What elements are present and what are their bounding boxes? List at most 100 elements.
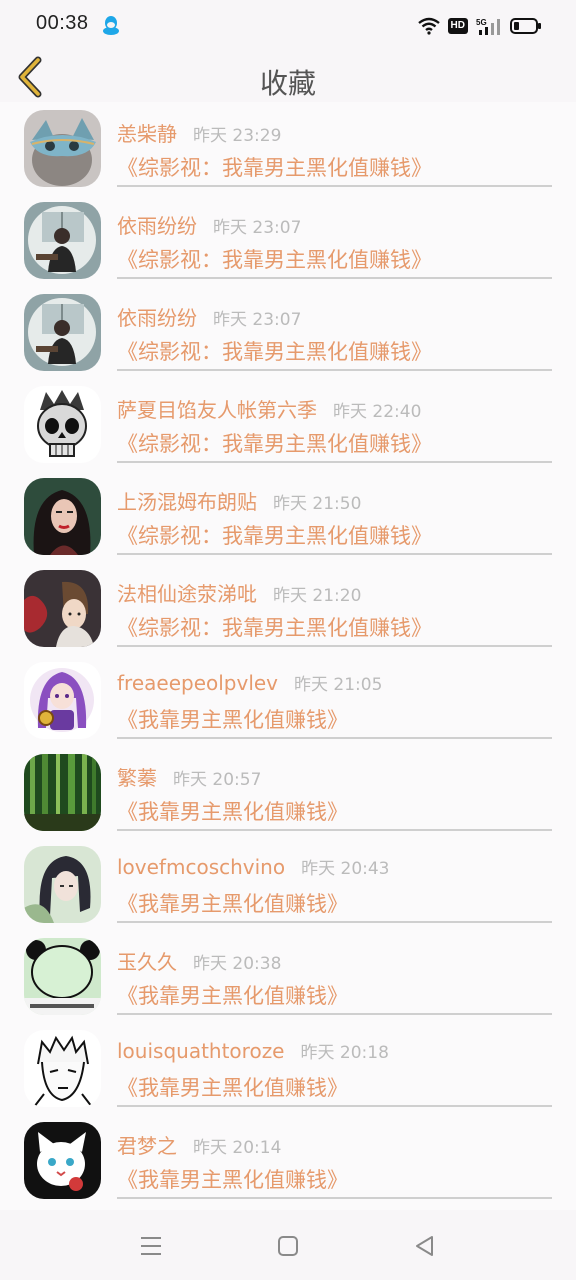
username[interactable]: 上汤混姆布朗贴 bbox=[117, 486, 257, 515]
item-header: 萨夏目馅友人帐第六季 昨天 22:40 bbox=[117, 394, 421, 423]
username[interactable]: 恙柴静 bbox=[117, 118, 177, 147]
divider bbox=[117, 829, 552, 831]
timestamp: 昨天 23:07 bbox=[213, 218, 302, 238]
menu-icon[interactable] bbox=[136, 1232, 166, 1260]
timestamp: 昨天 20:57 bbox=[173, 770, 262, 790]
item-header: freaeepeolpvlev 昨天 21:05 bbox=[117, 670, 382, 695]
username[interactable]: 玉久久 bbox=[117, 946, 177, 975]
list-item[interactable]: freaeepeolpvlev 昨天 21:05 《我靠男主黑化值赚钱》 bbox=[0, 654, 576, 746]
purple-anime-girl-avatar[interactable] bbox=[24, 662, 101, 739]
item-header: louisquathtoroze 昨天 20:18 bbox=[117, 1038, 389, 1063]
timestamp: 昨天 23:29 bbox=[193, 126, 282, 146]
username[interactable]: 繁蓁 bbox=[117, 762, 157, 791]
bamboo-forest-avatar[interactable] bbox=[24, 754, 101, 831]
username[interactable]: freaeepeolpvlev bbox=[117, 671, 278, 695]
username[interactable]: louisquathtoroze bbox=[117, 1039, 285, 1063]
panda-meme-avatar[interactable] bbox=[24, 938, 101, 1015]
book-title[interactable]: 《我靠男主黑化值赚钱》 bbox=[117, 1072, 348, 1102]
woman-portrait-avatar[interactable] bbox=[24, 478, 101, 555]
list-item[interactable]: 玉久久 昨天 20:38 《我靠男主黑化值赚钱》 bbox=[0, 930, 576, 1022]
cat-mask-avatar[interactable] bbox=[24, 110, 101, 187]
item-header: 依雨纷纷 昨天 23:07 bbox=[117, 302, 301, 331]
divider bbox=[117, 1105, 552, 1107]
hd-badge: HD bbox=[447, 18, 468, 34]
username[interactable]: 君梦之 bbox=[117, 1130, 177, 1159]
timestamp: 昨天 23:07 bbox=[213, 310, 302, 330]
timestamp: 昨天 21:50 bbox=[273, 494, 362, 514]
home-icon[interactable] bbox=[273, 1232, 303, 1260]
divider bbox=[117, 1197, 552, 1199]
white-cat-avatar[interactable] bbox=[24, 1122, 101, 1199]
username[interactable]: 依雨纷纷 bbox=[117, 302, 197, 331]
item-header: 玉久久 昨天 20:38 bbox=[117, 946, 281, 975]
timestamp: 昨天 21:20 bbox=[273, 586, 362, 606]
status-time: 00:38 bbox=[36, 12, 89, 34]
book-title[interactable]: 《综影视：我靠男主黑化值赚钱》 bbox=[117, 244, 432, 274]
item-header: 繁蓁 昨天 20:57 bbox=[117, 762, 261, 791]
list-item[interactable]: louisquathtoroze 昨天 20:18 《我靠男主黑化值赚钱》 bbox=[0, 1022, 576, 1114]
timestamp: 昨天 20:14 bbox=[193, 1138, 282, 1158]
list-item[interactable]: 上汤混姆布朗贴 昨天 21:50 《综影视：我靠男主黑化值赚钱》 bbox=[0, 470, 576, 562]
book-title[interactable]: 《综影视：我靠男主黑化值赚钱》 bbox=[117, 336, 432, 366]
divider bbox=[117, 277, 552, 279]
book-title[interactable]: 《综影视：我靠男主黑化值赚钱》 bbox=[117, 612, 432, 642]
book-title[interactable]: 《综影视：我靠男主黑化值赚钱》 bbox=[117, 428, 432, 458]
timestamp: 昨天 20:18 bbox=[300, 1043, 389, 1063]
list-item[interactable]: lovefmcoschvino 昨天 20:43 《我靠男主黑化值赚钱》 bbox=[0, 838, 576, 930]
back-icon[interactable] bbox=[410, 1232, 440, 1260]
book-title[interactable]: 《我靠男主黑化值赚钱》 bbox=[117, 1164, 348, 1194]
divider bbox=[117, 185, 552, 187]
crowned-skull-avatar[interactable] bbox=[24, 386, 101, 463]
divider bbox=[117, 553, 552, 555]
timestamp: 昨天 21:05 bbox=[294, 675, 383, 695]
page-title: 收藏 bbox=[259, 67, 316, 100]
book-title[interactable]: 《综影视：我靠男主黑化值赚钱》 bbox=[117, 520, 432, 550]
item-header: lovefmcoschvino 昨天 20:43 bbox=[117, 854, 390, 879]
book-title[interactable]: 《综影视：我靠男主黑化值赚钱》 bbox=[117, 152, 432, 182]
book-title[interactable]: 《我靠男主黑化值赚钱》 bbox=[117, 980, 348, 1010]
network-type-label: 5G bbox=[476, 18, 487, 27]
divider bbox=[117, 645, 552, 647]
divider bbox=[117, 1013, 552, 1015]
man-fisheye-avatar[interactable] bbox=[24, 294, 101, 371]
system-nav-bar bbox=[0, 1210, 576, 1280]
wifi-icon bbox=[417, 17, 440, 35]
book-title[interactable]: 《我靠男主黑化值赚钱》 bbox=[117, 796, 348, 826]
list-item[interactable]: 法相仙途荥涕吡 昨天 21:20 《综影视：我靠男主黑化值赚钱》 bbox=[0, 562, 576, 654]
book-title[interactable]: 《我靠男主黑化值赚钱》 bbox=[117, 704, 348, 734]
divider bbox=[117, 461, 552, 463]
item-header: 恙柴静 昨天 23:29 bbox=[117, 118, 281, 147]
timestamp: 昨天 20:43 bbox=[301, 859, 390, 879]
divider bbox=[117, 737, 552, 739]
manga-sketch-avatar[interactable] bbox=[24, 1030, 101, 1107]
username[interactable]: lovefmcoschvino bbox=[117, 855, 285, 879]
favorites-list: 恙柴静 昨天 23:29 《综影视：我靠男主黑化值赚钱》 依雨纷纷 昨天 23:… bbox=[0, 102, 576, 1210]
item-header: 上汤混姆布朗贴 昨天 21:50 bbox=[117, 486, 361, 515]
username[interactable]: 萨夏目馅友人帐第六季 bbox=[117, 394, 317, 423]
man-fisheye-avatar[interactable] bbox=[24, 202, 101, 279]
item-header: 法相仙途荥涕吡 昨天 21:20 bbox=[117, 578, 361, 607]
status-bar: 00:38 HD 5G bbox=[0, 0, 576, 50]
username[interactable]: 依雨纷纷 bbox=[117, 210, 197, 239]
list-item[interactable]: 依雨纷纷 昨天 23:07 《综影视：我靠男主黑化值赚钱》 bbox=[0, 286, 576, 378]
timestamp: 昨天 22:40 bbox=[333, 402, 422, 422]
divider bbox=[117, 921, 552, 923]
username[interactable]: 法相仙途荥涕吡 bbox=[117, 578, 257, 607]
header: 收藏 bbox=[0, 50, 576, 102]
item-header: 君梦之 昨天 20:14 bbox=[117, 1130, 281, 1159]
divider bbox=[117, 369, 552, 371]
item-header: 依雨纷纷 昨天 23:07 bbox=[117, 210, 301, 239]
list-item[interactable]: 君梦之 昨天 20:14 《我靠男主黑化值赚钱》 bbox=[0, 1114, 576, 1206]
list-item[interactable]: 恙柴静 昨天 23:29 《综影视：我靠男主黑化值赚钱》 bbox=[0, 102, 576, 194]
list-item[interactable]: 萨夏目馅友人帐第六季 昨天 22:40 《综影视：我靠男主黑化值赚钱》 bbox=[0, 378, 576, 470]
anime-dark-hair-avatar[interactable] bbox=[24, 846, 101, 923]
list-item[interactable]: 繁蓁 昨天 20:57 《我靠男主黑化值赚钱》 bbox=[0, 746, 576, 838]
timestamp: 昨天 20:38 bbox=[193, 954, 282, 974]
cellular-signal-icon: 5G bbox=[476, 18, 500, 35]
battery-icon bbox=[510, 18, 541, 34]
status-icons: HD 5G bbox=[417, 14, 542, 38]
list-item[interactable]: 依雨纷纷 昨天 23:07 《综影视：我靠男主黑化值赚钱》 bbox=[0, 194, 576, 286]
book-title[interactable]: 《我靠男主黑化值赚钱》 bbox=[117, 888, 348, 918]
anime-boy-avatar[interactable] bbox=[24, 570, 101, 647]
qq-icon bbox=[103, 16, 119, 35]
